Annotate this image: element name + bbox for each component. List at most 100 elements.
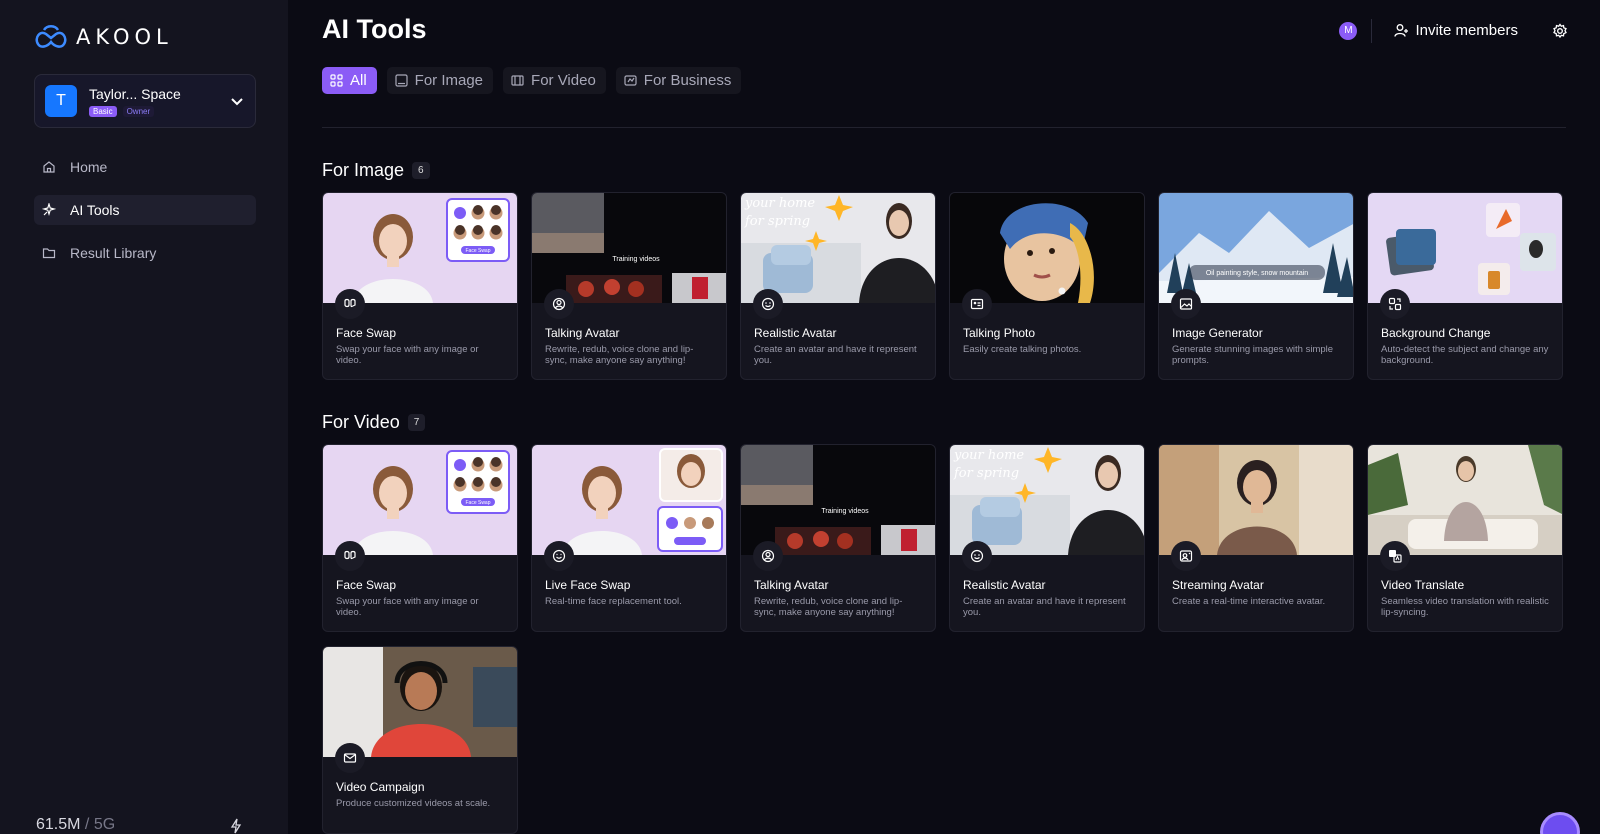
main-content: AI Tools M Invite members All For Image	[288, 0, 1600, 834]
streaming-icon	[1171, 541, 1201, 571]
tool-thumbnail	[532, 445, 726, 555]
tool-thumbnail: your home for spring	[950, 445, 1144, 555]
sidebar-item-result-library[interactable]: Result Library	[34, 238, 256, 268]
tool-card-background-change[interactable]: Background Change Auto-detect the subjec…	[1367, 192, 1563, 380]
ai-tools-icon	[42, 203, 56, 216]
logo[interactable]: AKOOL	[34, 24, 173, 50]
settings-button[interactable]	[1548, 19, 1572, 43]
invite-members-button[interactable]: Invite members	[1386, 18, 1526, 43]
storage-usage: 61.5M / 5G	[36, 816, 116, 833]
tool-title: Image Generator	[1172, 326, 1263, 340]
tool-card-realistic-avatar[interactable]: your home for spring Realistic Avatar Cr…	[740, 192, 936, 380]
tool-title: Face Swap	[336, 326, 397, 340]
tool-thumbnail: Oil painting style, snow mountain	[1159, 193, 1353, 303]
tool-card-talking-avatar[interactable]: Training videos Talking Avatar Rewrite, …	[740, 444, 936, 632]
header-actions: M Invite members	[1339, 18, 1572, 43]
video-tools-grid: Face Swap Face Swap Swap your face with …	[322, 444, 1563, 834]
tool-description: Auto-detect the subject and change any b…	[1381, 344, 1549, 366]
home-icon	[43, 161, 55, 173]
section-title-text: For Video	[322, 412, 400, 432]
bolt-icon[interactable]	[229, 818, 243, 834]
tab-label: For Video	[531, 72, 596, 89]
svg-text:for spring: for spring	[744, 214, 810, 229]
tool-description: Create an avatar and have it represent y…	[963, 596, 1126, 618]
tool-card-face-swap[interactable]: Face Swap Face Swap Swap your face with …	[322, 444, 518, 632]
tool-thumbnail	[950, 193, 1144, 303]
akool-logo-icon	[35, 25, 67, 48]
svg-text:Training videos: Training videos	[612, 256, 660, 263]
tool-title: Face Swap	[336, 578, 397, 592]
svg-text:for spring: for spring	[953, 466, 1019, 481]
tool-card-video-campaign[interactable]: Video Campaign Produce customized videos…	[322, 646, 518, 834]
section-count: 7	[407, 414, 426, 431]
section-title-for-image: For Image 6	[322, 160, 430, 181]
tab-all[interactable]: All	[322, 67, 377, 94]
svg-text:Face Swap: Face Swap	[465, 248, 490, 254]
tool-thumbnail	[323, 647, 517, 757]
tool-card-talking-photo[interactable]: Talking Photo Easily create talking phot…	[949, 192, 1145, 380]
film-icon	[511, 75, 524, 86]
tool-card-video-translate[interactable]: Video Translate Seamless video translati…	[1367, 444, 1563, 632]
tool-thumbnail: Training videos	[741, 445, 935, 555]
svg-text:Face Swap: Face Swap	[465, 500, 490, 506]
tool-thumbnail	[1368, 445, 1562, 555]
tool-description: Produce customized videos at scale.	[336, 798, 491, 809]
page-title: AI Tools	[322, 14, 427, 44]
tool-title: Realistic Avatar	[754, 326, 837, 340]
tool-title: Video Translate	[1381, 578, 1465, 592]
image-tools-grid: Face Swap Face Swap Swap your face with …	[322, 192, 1563, 380]
logo-text: AKOOL	[76, 25, 173, 49]
user-avatar[interactable]: M	[1339, 21, 1358, 40]
divider	[322, 127, 1566, 128]
avatar-icon	[544, 289, 574, 319]
add-user-icon	[1394, 24, 1409, 37]
tool-description: Real-time face replacement tool.	[545, 596, 682, 607]
avatar-icon	[753, 541, 783, 571]
svg-text:Oil painting style, snow mount: Oil painting style, snow mountain	[1206, 270, 1308, 277]
grid-icon	[330, 74, 343, 87]
tool-title: Realistic Avatar	[963, 578, 1046, 592]
tool-description: Swap your face with any image or video.	[336, 344, 479, 366]
storage-total: 5G	[93, 816, 116, 833]
tool-title: Talking Photo	[963, 326, 1036, 340]
tool-card-face-swap[interactable]: Face Swap Face Swap Swap your face with …	[322, 192, 518, 380]
app-window: AKOOL T Taylor... Space Basic Owner Home…	[0, 0, 1600, 834]
tool-thumbnail: Face Swap	[323, 193, 517, 303]
tool-description: Easily create talking photos.	[963, 344, 1082, 355]
tab-for-image[interactable]: For Image	[386, 67, 494, 94]
tool-thumbnail: your home for spring	[741, 193, 935, 303]
tool-card-streaming-avatar[interactable]: Streaming Avatar Create a real-time inte…	[1158, 444, 1354, 632]
background-icon	[1380, 289, 1410, 319]
tool-card-talking-avatar[interactable]: Training videos Talking Avatar Rewrite, …	[531, 192, 727, 380]
svg-text:Training videos: Training videos	[821, 508, 869, 515]
sidebar-item-label: Result Library	[70, 245, 157, 261]
image-gen-icon	[1171, 289, 1201, 319]
sidebar-item-ai-tools[interactable]: AI Tools	[34, 195, 256, 225]
tool-thumbnail	[1368, 193, 1562, 303]
photo-icon	[962, 289, 992, 319]
sidebar-item-home[interactable]: Home	[34, 152, 256, 182]
smile-icon	[753, 289, 783, 319]
tool-description: Rewrite, redub, voice clone and lip-sync…	[545, 344, 694, 366]
tab-label: For Image	[414, 72, 484, 89]
tab-for-business[interactable]: For Business	[615, 67, 742, 94]
tool-title: Video Campaign	[336, 780, 425, 794]
tab-label: All	[350, 72, 367, 89]
image-icon	[395, 74, 408, 87]
divider	[1371, 18, 1373, 43]
tool-card-live-face-swap[interactable]: Live Face Swap Real-time face replacemen…	[531, 444, 727, 632]
sidebar-nav: Home AI Tools Result Library	[34, 152, 256, 281]
tool-description: Create an avatar and have it represent y…	[754, 344, 917, 366]
plan-badge: Basic	[89, 105, 117, 117]
tool-title: Talking Avatar	[754, 578, 829, 592]
workspace-switcher[interactable]: T Taylor... Space Basic Owner	[34, 74, 256, 128]
invite-label: Invite members	[1415, 22, 1518, 39]
sidebar-item-label: AI Tools	[70, 202, 120, 218]
tab-for-video[interactable]: For Video	[503, 67, 606, 94]
workspace-avatar: T	[45, 85, 77, 117]
tool-card-realistic-avatar[interactable]: your home for spring Realistic Avatar Cr…	[949, 444, 1145, 632]
category-tabs: All For Image For Video For Business	[322, 67, 742, 94]
sidebar-item-label: Home	[70, 159, 108, 175]
tool-card-image-generator[interactable]: Oil painting style, snow mountain Image …	[1158, 192, 1354, 380]
sidebar: AKOOL T Taylor... Space Basic Owner Home…	[0, 0, 288, 834]
